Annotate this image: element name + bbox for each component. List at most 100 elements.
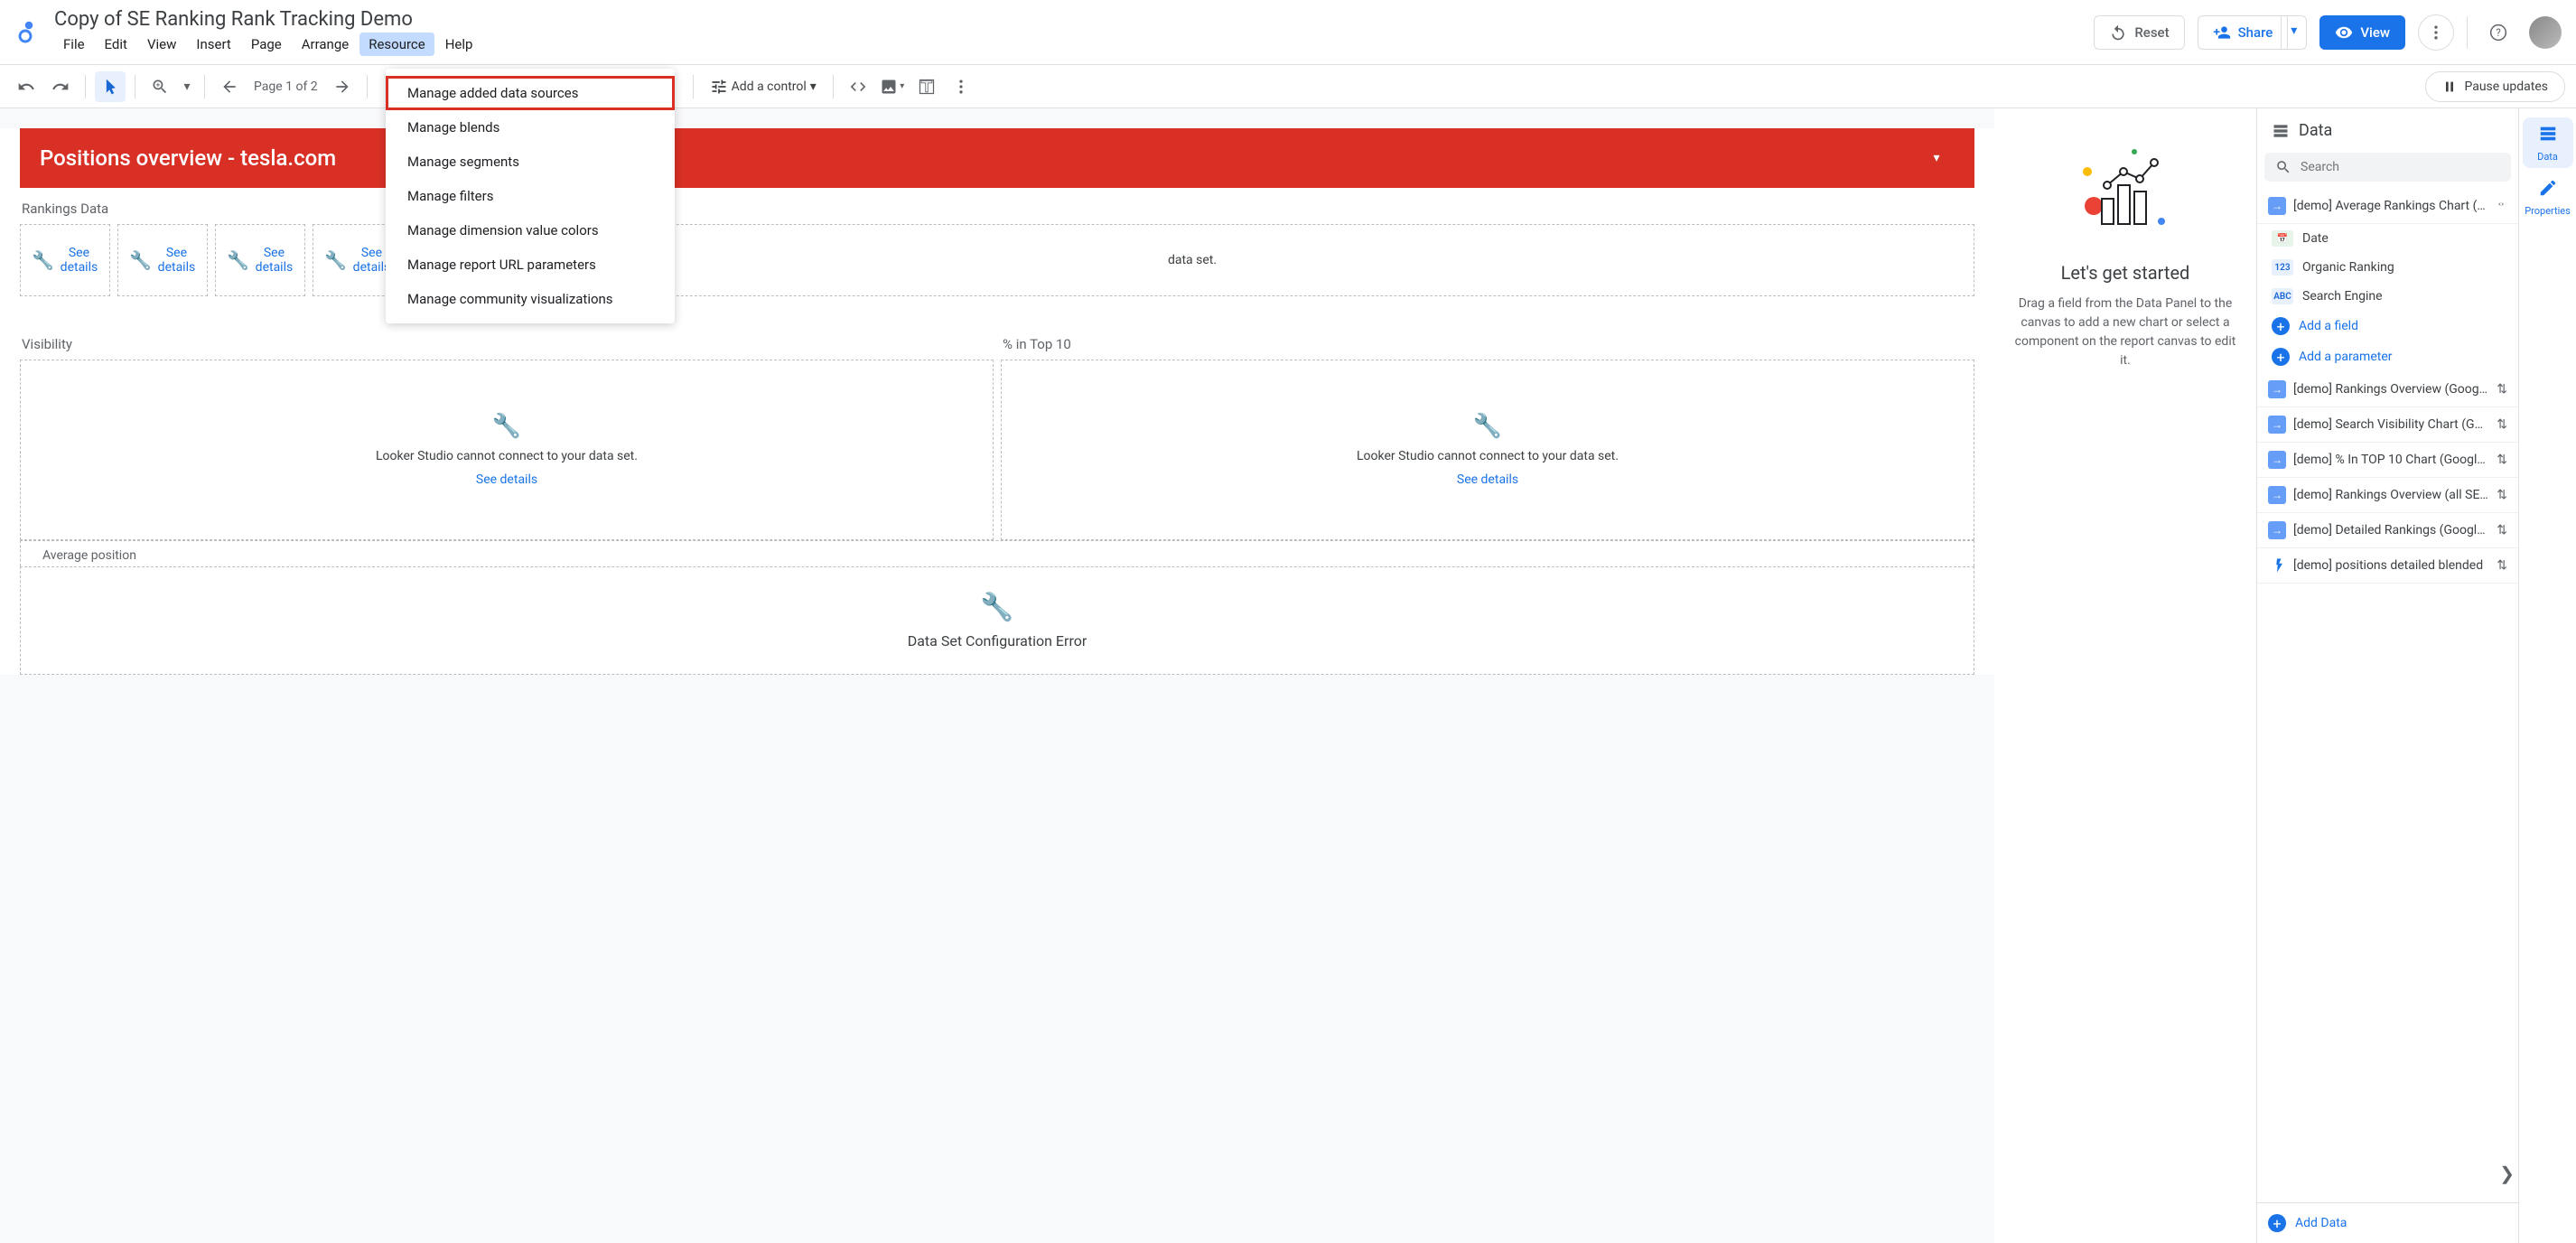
data-source-item[interactable]: →[demo] Detailed Rankings (Google U...⇅ bbox=[2257, 513, 2518, 548]
document-title[interactable]: Copy of SE Ranking Rank Tracking Demo bbox=[54, 8, 2094, 31]
see-details-link[interactable]: See details bbox=[476, 472, 537, 487]
menu-file[interactable]: File bbox=[54, 33, 94, 56]
data-panel: Data → [demo] Average Rankings Chart (Go… bbox=[2256, 108, 2518, 1243]
calendar-icon: 📅 bbox=[2272, 230, 2293, 247]
looker-studio-logo[interactable] bbox=[14, 18, 43, 47]
expand-icon[interactable]: ⇅ bbox=[2497, 558, 2507, 573]
data-source-item[interactable]: →[demo] % In TOP 10 Chart (Google U...⇅ bbox=[2257, 443, 2518, 478]
expand-icon[interactable]: ⇅ bbox=[2497, 523, 2507, 537]
menu-resource[interactable]: Resource bbox=[359, 33, 434, 56]
image-button[interactable]: ▾ bbox=[877, 71, 908, 102]
chevron-down-icon: ▾ bbox=[810, 79, 817, 94]
menu-manage-filters[interactable]: Manage filters bbox=[386, 179, 675, 213]
widget-error-2[interactable]: 🔧See details bbox=[117, 224, 208, 296]
undo-button[interactable] bbox=[11, 71, 42, 102]
tab-properties[interactable]: Properties bbox=[2523, 172, 2573, 222]
menu-manage-colors[interactable]: Manage dimension value colors bbox=[386, 213, 675, 248]
top10-label: % in Top 10 bbox=[1001, 323, 1974, 360]
avg-position-widget[interactable]: 🔧 Data Set Configuration Error bbox=[20, 566, 1974, 675]
data-source-icon: → bbox=[2268, 416, 2286, 434]
get-started-description: Drag a field from the Data Panel to the … bbox=[2012, 294, 2238, 370]
visibility-label: Visibility bbox=[20, 323, 994, 360]
data-source-icon: → bbox=[2268, 451, 2286, 469]
see-details-link[interactable]: See details bbox=[60, 246, 98, 275]
see-details-link[interactable]: See details bbox=[1457, 472, 1518, 487]
add-parameter-link[interactable]: +Add a parameter bbox=[2257, 341, 2518, 372]
more-vert-icon bbox=[2427, 23, 2445, 42]
embed-button[interactable] bbox=[843, 71, 873, 102]
share-button[interactable]: Share bbox=[2198, 15, 2289, 50]
search-input[interactable] bbox=[2301, 160, 2500, 174]
menu-arrange[interactable]: Arrange bbox=[293, 33, 358, 56]
report-header: Positions overview - tesla.com ▾ bbox=[20, 128, 1974, 188]
tab-data[interactable]: Data bbox=[2523, 117, 2573, 168]
menu-manage-segments[interactable]: Manage segments bbox=[386, 145, 675, 179]
chevron-right-icon[interactable]: ❯ bbox=[2499, 1163, 2515, 1184]
page-indicator: Page 1 of 2 bbox=[248, 79, 323, 94]
next-page-button[interactable] bbox=[327, 71, 358, 102]
zoom-icon bbox=[151, 78, 169, 96]
date-range-dropdown[interactable]: ▾ bbox=[1918, 145, 1955, 172]
pause-updates-button[interactable]: Pause updates bbox=[2425, 71, 2565, 102]
menu-page[interactable]: Page bbox=[242, 33, 291, 56]
more-options-button[interactable] bbox=[2418, 14, 2454, 51]
menu-help[interactable]: Help bbox=[436, 33, 482, 56]
visibility-widget[interactable]: 🔧 Looker Studio cannot connect to your d… bbox=[20, 360, 994, 540]
prev-page-button[interactable] bbox=[214, 71, 245, 102]
field-search-engine[interactable]: ABCSearch Engine bbox=[2257, 282, 2518, 311]
help-button[interactable]: ? bbox=[2480, 14, 2516, 51]
view-button[interactable]: View bbox=[2319, 15, 2405, 50]
expand-icon[interactable]: ⇅ bbox=[2497, 382, 2507, 397]
edit-icon bbox=[2538, 178, 2558, 202]
data-search[interactable] bbox=[2264, 153, 2511, 182]
menu-manage-blends[interactable]: Manage blends bbox=[386, 110, 675, 145]
menu-view[interactable]: View bbox=[138, 33, 185, 56]
undo-icon bbox=[17, 78, 35, 96]
menu-insert[interactable]: Insert bbox=[187, 33, 239, 56]
data-source-item[interactable]: →[demo] Rankings Overview (Google ...⇅ bbox=[2257, 372, 2518, 407]
menu-manage-community-viz[interactable]: Manage community visualizations bbox=[386, 282, 675, 316]
add-data-button[interactable]: + Add Data bbox=[2257, 1202, 2518, 1243]
share-dropdown[interactable]: ▾ bbox=[2281, 15, 2307, 50]
widget-error-1[interactable]: 🔧See details bbox=[20, 224, 110, 296]
wrench-icon: 🔧 bbox=[1473, 413, 1502, 440]
expand-icon[interactable]: ⇅ bbox=[2497, 417, 2507, 432]
add-field-link[interactable]: +Add a field bbox=[2257, 311, 2518, 341]
wrench-icon: 🔧 bbox=[980, 592, 1013, 623]
arrow-left-icon bbox=[220, 78, 238, 96]
search-icon bbox=[2275, 159, 2291, 175]
see-details-link[interactable]: See details bbox=[157, 246, 196, 275]
expand-icon[interactable]: ⇅ bbox=[2497, 488, 2507, 502]
data-source-icon: → bbox=[2268, 486, 2286, 504]
widget-error-3[interactable]: 🔧See details bbox=[215, 224, 305, 296]
data-panel-header: Data bbox=[2257, 108, 2518, 153]
data-source-item[interactable]: → [demo] Average Rankings Chart (Go... bbox=[2257, 189, 2518, 224]
field-organic-ranking[interactable]: 123Organic Ranking bbox=[2257, 253, 2518, 282]
toolbar-more-button[interactable] bbox=[946, 71, 976, 102]
see-details-link[interactable]: See details bbox=[255, 246, 294, 275]
redo-button[interactable] bbox=[45, 71, 76, 102]
expand-icon[interactable]: ⇅ bbox=[2497, 453, 2507, 467]
wrench-icon: 🔧 bbox=[129, 249, 152, 271]
reset-button[interactable]: Reset bbox=[2094, 15, 2184, 50]
data-icon bbox=[2272, 122, 2290, 140]
zoom-dropdown[interactable]: ▾ bbox=[179, 71, 195, 102]
data-source-item[interactable]: [demo] positions detailed blended⇅ bbox=[2257, 548, 2518, 584]
data-source-item[interactable]: →[demo] Rankings Overview (all SE's)⇅ bbox=[2257, 478, 2518, 513]
menu-manage-data-sources[interactable]: Manage added data sources bbox=[386, 76, 675, 110]
field-date[interactable]: 📅Date bbox=[2257, 224, 2518, 253]
report-canvas[interactable]: Positions overview - tesla.com ▾ Ranking… bbox=[0, 108, 1994, 1243]
text-button[interactable] bbox=[911, 71, 942, 102]
rankings-data-label: Rankings Data bbox=[0, 188, 1994, 224]
menu-edit[interactable]: Edit bbox=[96, 33, 136, 56]
menu-manage-url-params[interactable]: Manage report URL parameters bbox=[386, 248, 675, 282]
user-avatar[interactable] bbox=[2529, 16, 2562, 49]
collapse-icon[interactable] bbox=[2495, 198, 2507, 214]
top10-widget[interactable]: 🔧 Looker Studio cannot connect to your d… bbox=[1001, 360, 1974, 540]
add-control-dropdown[interactable]: Add a control ▾ bbox=[703, 74, 824, 99]
get-started-title: Let's get started bbox=[2061, 262, 2190, 284]
zoom-tool[interactable] bbox=[145, 71, 175, 102]
data-source-item[interactable]: →[demo] Search Visibility Chart (Goog...… bbox=[2257, 407, 2518, 443]
select-tool[interactable] bbox=[95, 71, 126, 102]
resource-dropdown-menu: Manage added data sources Manage blends … bbox=[386, 69, 675, 323]
